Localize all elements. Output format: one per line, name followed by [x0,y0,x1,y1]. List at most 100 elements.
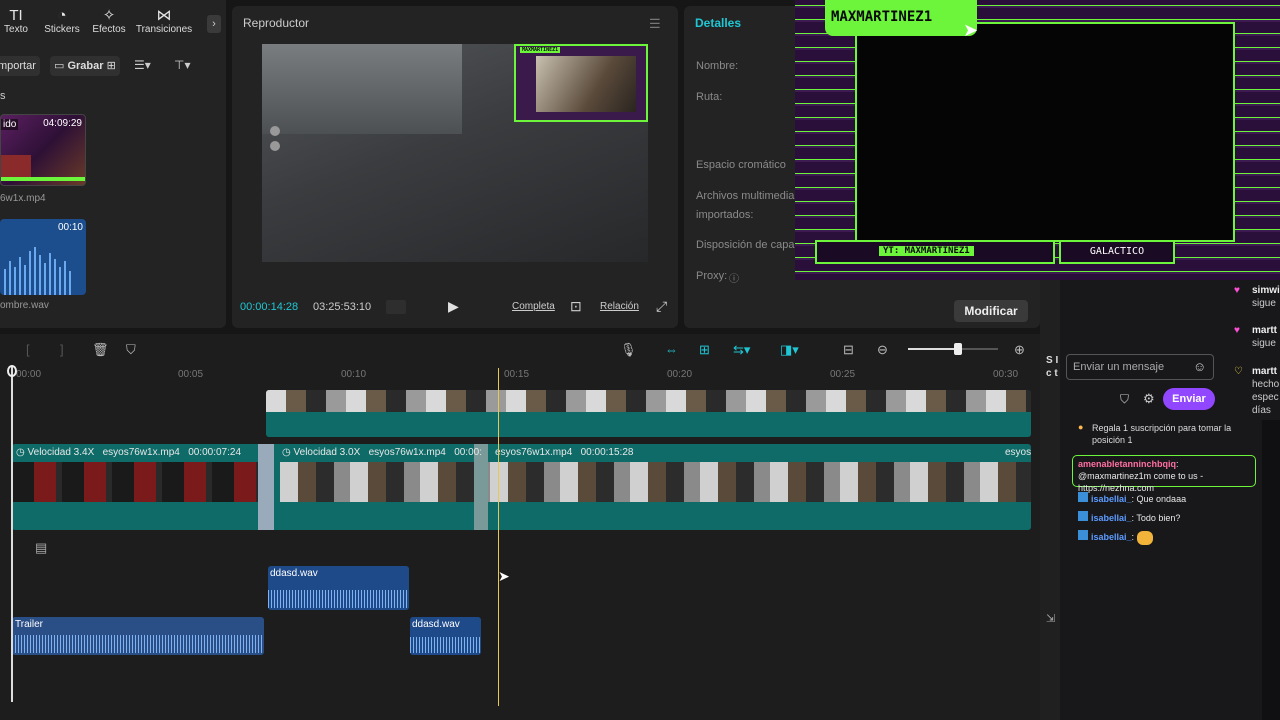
play-icon[interactable]: ▶ [448,298,459,315]
menu-icon[interactable]: ☰ [649,16,661,32]
chevron-right-icon[interactable]: › [207,15,221,33]
chat-user[interactable]: isabellai_ [1091,532,1132,542]
tick-label: 00:10 [341,369,367,380]
transition-icon: ⋈ [156,7,172,24]
gift-banner[interactable]: ● Regala 1 suscripción para tomar la pos… [1066,420,1236,448]
chat-right-column: ♥ simwi sigue ♥ martt sigue ♡ martt hech… [1232,285,1280,416]
audio-clip-label: ddasd.wav [270,568,318,579]
galactico-label: GALACTICO [1059,240,1175,264]
link-icon[interactable]: ⇔ [665,342,678,357]
video-preview[interactable]: MAXMARTINEZ1 [262,44,648,262]
field-imported: importados: [696,209,754,221]
audio-clip[interactable]: ddasd.wav [268,566,409,610]
clip-speed: Velocidad 3.4X [27,447,95,458]
tool-label: Stickers [44,24,80,35]
tool-transiciones[interactable]: ⋈ Transiciones [134,7,194,36]
overlay-clip[interactable] [266,390,1031,437]
tool-stickers[interactable]: ◔ Stickers [42,7,82,36]
fullscreen-icon[interactable]: ⤢ [656,298,667,315]
tick-label: 00:15 [504,369,530,380]
pip-label: MAXMARTINEZ1 [520,47,561,53]
camera-icon: ▭ [54,60,65,72]
chat-text: : [1131,532,1135,542]
import-button[interactable]: mportar [0,56,40,76]
playhead[interactable] [498,368,499,706]
total-time: 03:25:53:10 [313,301,372,313]
streamer-name: MAXMARTINEZ1 [825,0,977,36]
preview-axis-icon[interactable]: ◨▾ [780,342,799,358]
snap-icon[interactable]: ⇆▾ [733,342,750,358]
sticker-icon: ◔ [57,7,67,24]
gift-text: Regala 1 suscripción para tomar la posic… [1092,423,1232,445]
record-button[interactable]: ▭ Grabar ⊞ [50,56,120,76]
chat-placeholder: Enviar un mensaje [1073,361,1165,373]
player-title: Reproductor [243,16,310,30]
audio-clip-label: Trailer [15,619,43,630]
marker-icon[interactable]: ⛉ [126,342,136,358]
chat-text: hecho [1252,379,1280,390]
emote-icon [1136,530,1153,545]
zoom-slider[interactable] [908,343,998,355]
chat-user[interactable]: isabellai_ [1091,494,1132,504]
popout-icon[interactable]: ⇲ [1046,612,1055,625]
clip1-label[interactable]: ◷ Velocidad 3.4X esyos76w1x.mp4 00:00:07… [16,447,241,458]
clip2-label[interactable]: ◷ Velocidad 3.0X esyos76w1x.mp4 00:00: [282,447,482,458]
split-left-icon[interactable]: [ [26,342,30,357]
full-button[interactable]: Completa [512,301,555,312]
chat-text: espec [1252,392,1279,403]
chat-input[interactable]: Enviar un mensaje ☺ [1066,354,1214,380]
ratio-button[interactable]: Relación [600,301,639,312]
send-button[interactable]: Enviar [1163,388,1215,410]
split-right-icon[interactable]: ] [60,342,64,357]
speed-icon: ◷ [282,447,291,458]
grid-icon: ⊞ [106,60,116,72]
media-thumb-video[interactable]: ido 04:09:29 [0,114,86,186]
text-icon: TI [9,7,23,24]
magnet-icon[interactable]: ⊞ [699,342,710,358]
stream-overlay: MAXMARTINEZ1 ➤ YT: MAXMARTINEZ1 GALACTIC… [795,0,1280,280]
tick-label: 00:00 [16,369,42,380]
tick-label: 00:05 [178,369,204,380]
info-icon[interactable]: ⓘ [729,270,739,285]
sort-icon[interactable]: ☰▾ [134,58,151,72]
media-thumb-audio[interactable]: 00:10 [0,219,86,295]
snapshot-icon[interactable]: ⊡ [570,298,582,315]
emoji-icon[interactable]: ☺ [1193,359,1206,374]
audio-clip[interactable]: ddasd.wav [410,617,481,655]
zoom-in-icon[interactable]: ⊕ [1014,342,1025,358]
clip-name: esyos76w1x.mp4 [102,447,180,458]
field-media: Archivos multimedia [696,190,795,202]
clip-name: esyos76w1x.mp4 [368,447,446,458]
gear-icon[interactable]: ⚙ [1143,391,1155,407]
pip-webcam: MAXMARTINEZ1 [514,44,648,122]
zoom-out-icon[interactable]: ⊖ [877,342,888,358]
chat-text: : Todo bien? [1131,513,1181,523]
tool-label: Texto [4,24,28,35]
zoom-handle[interactable] [954,343,962,355]
tool-efectos[interactable]: ✧ Efectos [89,8,129,36]
cursor-icon: ➤ [963,20,979,40]
transition-marker[interactable] [258,444,274,530]
modify-button[interactable]: Modificar [954,300,1028,322]
clip3-label[interactable]: esyos76w1x.mp4 00:00:15:28 [495,447,633,458]
thumb-name: 6w1x.mp4 [0,193,46,204]
start-handle[interactable] [7,365,17,377]
current-time: 00:00:14:28 [240,301,299,313]
avatar [270,141,280,151]
chat-user[interactable]: amenabletanninchbqiq [1078,459,1176,469]
mic-icon[interactable]: 🎙 [620,342,637,358]
waveform-icon[interactable] [386,300,406,314]
chat-user: martt [1252,325,1278,336]
caption-icon[interactable]: ⊟ [843,342,854,358]
clip4-label[interactable]: esyos [1005,447,1031,458]
shield-icon[interactable]: ⛉ [1120,392,1129,407]
audio-clip[interactable]: Trailer [12,617,264,655]
delete-icon[interactable]: 🗑 [92,342,109,358]
yt-banner: YT: MAXMARTINEZ1 [815,240,1055,264]
chat-message: isabellai_: Que ondaaa [1078,492,1256,505]
chat-user: martt [1252,366,1278,377]
chat-user[interactable]: isabellai_ [1091,513,1132,523]
tool-texto[interactable]: TI Texto [2,7,30,36]
filter-icon[interactable]: ⊤▾ [174,58,190,72]
webcam-frame [855,22,1235,242]
